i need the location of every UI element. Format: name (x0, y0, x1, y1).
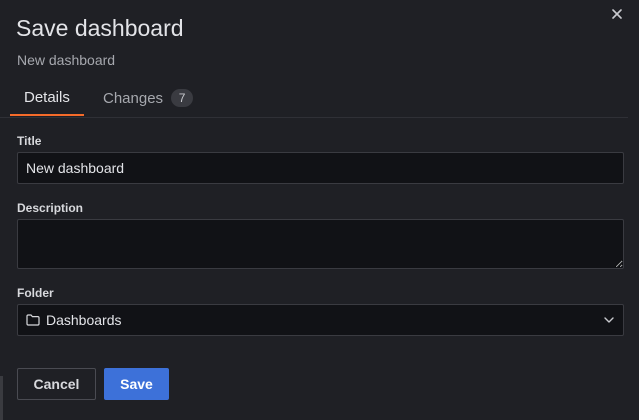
folder-select[interactable]: Dashboards (17, 304, 624, 336)
dialog-title: Save dashboard (16, 15, 184, 41)
save-button[interactable]: Save (104, 368, 169, 400)
changes-count-badge: 7 (171, 89, 194, 107)
tab-changes[interactable]: Changes 7 (103, 80, 194, 116)
title-input[interactable] (17, 152, 624, 184)
description-label: Description (17, 201, 84, 215)
left-edge-divider (0, 376, 3, 420)
tab-bar: Details Changes 7 (0, 80, 628, 118)
dialog-subtitle: New dashboard (17, 52, 116, 68)
title-label: Title (17, 134, 42, 148)
tab-details-label: Details (24, 88, 70, 106)
folder-icon (26, 313, 40, 327)
tab-changes-label: Changes (103, 89, 164, 107)
chevron-down-icon (603, 314, 615, 326)
close-button[interactable] (609, 6, 625, 22)
save-dashboard-dialog: Save dashboard New dashboard Details Cha… (0, 0, 639, 420)
tab-details[interactable]: Details (10, 80, 84, 116)
close-icon (612, 9, 622, 19)
description-textarea[interactable] (17, 219, 624, 269)
folder-label: Folder (17, 286, 54, 300)
cancel-button[interactable]: Cancel (17, 368, 96, 400)
folder-selected-value: Dashboards (46, 312, 122, 328)
